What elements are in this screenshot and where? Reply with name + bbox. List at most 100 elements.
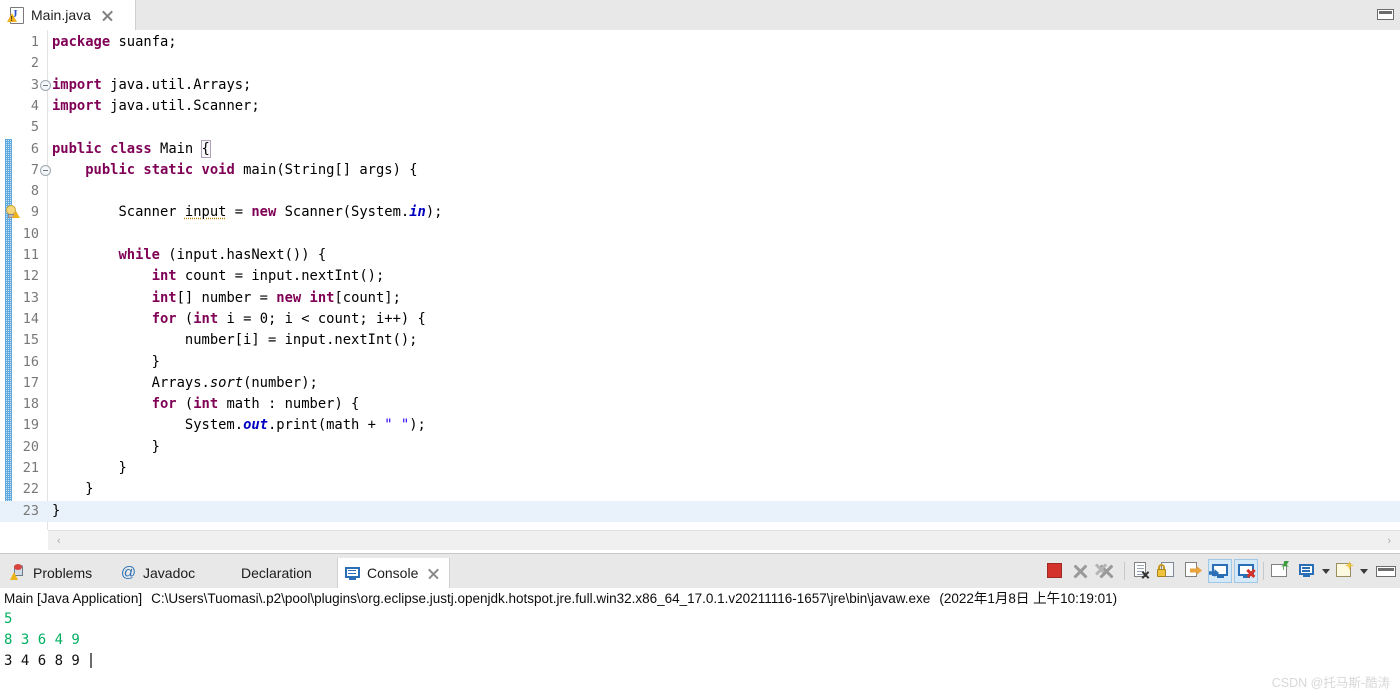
line-number: 17 [0, 373, 39, 394]
console-output-line: 5 [4, 609, 1400, 630]
code-editor[interactable]: 1 package suanfa; 23import java.util.Array… [0, 30, 1400, 530]
code-line[interactable]: 19 System.out.print(math + " "); [0, 415, 1400, 436]
code-line[interactable]: 8 [0, 181, 1400, 202]
console-launch-header: Main [Java Application] C:\Users\Tuomasi… [0, 588, 1400, 609]
code-text: public class Main { [52, 139, 210, 160]
declaration-icon [218, 564, 235, 581]
line-number: 1 [0, 32, 39, 53]
console-launch-path: C:\Users\Tuomasi\.p2\pool\plugins\org.ec… [151, 591, 930, 606]
clear-console-button[interactable] [1130, 559, 1154, 583]
console-output[interactable]: 5 8 3 6 4 9 3 4 6 8 9 [0, 609, 1400, 695]
code-lines[interactable]: 1 package suanfa; 23import java.util.Array… [0, 30, 1400, 530]
javadoc-icon: @ [120, 564, 137, 581]
line-number: 18 [0, 394, 39, 415]
code-line[interactable]: 7 public static void main(String[] args)… [0, 160, 1400, 181]
editor-tab-main-java[interactable]: J ! Main.java [0, 0, 136, 30]
console-output-text: 3 4 6 8 9 [4, 653, 88, 669]
code-line[interactable]: 21 } [0, 458, 1400, 479]
scroll-right-icon[interactable]: › [1387, 535, 1391, 547]
scroll-lock-button[interactable] [1156, 559, 1180, 583]
code-line[interactable]: 10 [0, 224, 1400, 245]
line-number: 2 [0, 53, 39, 74]
editor-corner [0, 530, 48, 551]
display-selected-console-button[interactable] [1295, 559, 1319, 583]
pin-icon [1269, 559, 1293, 583]
code-text: package suanfa; [52, 32, 177, 53]
code-line[interactable]: 13 int[] number = new int[count]; [0, 288, 1400, 309]
line-number: 7 [0, 160, 39, 181]
open-console-menu[interactable] [1358, 559, 1370, 583]
line-number: 20 [0, 437, 39, 458]
console-tab-label: Javadoc [143, 565, 195, 581]
line-number: 4 [0, 96, 39, 117]
lock-icon [1156, 559, 1180, 583]
code-line[interactable]: 1 package suanfa; [0, 32, 1400, 53]
terminate-button[interactable] [1043, 559, 1067, 583]
code-line[interactable]: 15 number[i] = input.nextInt(); [0, 330, 1400, 351]
console-tab-console[interactable]: Console [337, 558, 450, 588]
remove-all-terminated-button[interactable] [1095, 559, 1119, 583]
code-line[interactable]: 12 int count = input.nextInt(); [0, 266, 1400, 287]
code-line[interactable]: 14 for (int i = 0; i < count; i++) { [0, 309, 1400, 330]
console-tab-declaration[interactable]: Declaration [212, 557, 337, 588]
console-output-text: 8 3 6 4 9 [4, 632, 80, 648]
code-text: Arrays.sort(number); [52, 373, 318, 394]
code-text: for (int math : number) { [52, 394, 359, 415]
code-line[interactable]: 2 [0, 53, 1400, 74]
code-line[interactable]: 20 } [0, 437, 1400, 458]
display-selected-console-menu[interactable] [1320, 559, 1332, 583]
console-launch-time: (2022年1月8日 上午10:19:01) [939, 591, 1117, 606]
line-number: 23 [0, 501, 39, 522]
line-number: 5 [0, 117, 39, 138]
console-tab-bar: Problems @ Javadoc Declaration Console [0, 554, 1400, 588]
code-text: for (int i = 0; i < count; i++) { [52, 309, 426, 330]
close-icon[interactable] [101, 9, 114, 22]
console-icon [344, 565, 361, 582]
line-number: 6 [0, 139, 39, 160]
code-line[interactable]: 22 } [0, 479, 1400, 500]
monitor-err-icon [1235, 560, 1257, 582]
open-console-button[interactable] [1333, 559, 1357, 583]
watermark: CSDN @托马斯-酷涛 [1272, 672, 1390, 691]
code-line[interactable]: 6 public class Main { [0, 139, 1400, 160]
code-line[interactable]: 4import java.util.Scanner; [0, 96, 1400, 117]
code-line[interactable]: 11 while (input.hasNext()) { [0, 245, 1400, 266]
fold-collapse-icon[interactable] [40, 165, 51, 176]
code-line[interactable]: 16 } [0, 352, 1400, 373]
editor-tab-bar: J ! Main.java [0, 0, 1400, 31]
code-text: int count = input.nextInt(); [52, 266, 384, 287]
line-number: 11 [0, 245, 39, 266]
word-wrap-button[interactable] [1182, 559, 1206, 583]
line-number: 22 [0, 479, 39, 500]
code-text: number[i] = input.nextInt(); [52, 330, 417, 351]
line-number: 13 [0, 288, 39, 309]
show-console-on-output-button[interactable] [1208, 559, 1232, 583]
console-tab-javadoc[interactable]: @ Javadoc [114, 557, 212, 588]
line-number: 3 [0, 75, 39, 96]
pin-console-button[interactable] [1269, 559, 1293, 583]
code-line[interactable]: 9 Scanner input = new Scanner(System.in)… [0, 202, 1400, 223]
line-number: 15 [0, 330, 39, 351]
code-line[interactable]: 18 for (int math : number) { [0, 394, 1400, 415]
minimize-icon[interactable] [1377, 9, 1394, 20]
close-icon[interactable] [427, 567, 440, 580]
double-x-icon [1095, 559, 1119, 583]
x-icon [1069, 559, 1093, 583]
console-tab-label: Console [367, 565, 418, 581]
code-line[interactable]: 5 [0, 117, 1400, 138]
show-console-on-error-button[interactable] [1234, 559, 1258, 583]
code-line[interactable]: 17 Arrays.sort(number); [0, 373, 1400, 394]
remove-launch-button[interactable] [1069, 559, 1093, 583]
line-number: 8 [0, 181, 39, 202]
minimize-console-button[interactable] [1376, 566, 1396, 577]
code-line[interactable]: 3import java.util.Arrays; [0, 75, 1400, 96]
quick-fix-warning-icon[interactable] [5, 205, 21, 221]
editor-horizontal-scrollbar[interactable]: ‹ › [48, 530, 1400, 551]
code-line[interactable]: 23} [0, 501, 1400, 522]
scroll-left-icon[interactable]: ‹ [57, 535, 61, 547]
console-tab-problems[interactable]: Problems [4, 557, 114, 588]
toolbar-separator [1124, 562, 1125, 580]
line-number: 21 [0, 458, 39, 479]
toolbar-separator [1263, 562, 1264, 580]
fold-collapse-icon[interactable] [40, 80, 51, 91]
